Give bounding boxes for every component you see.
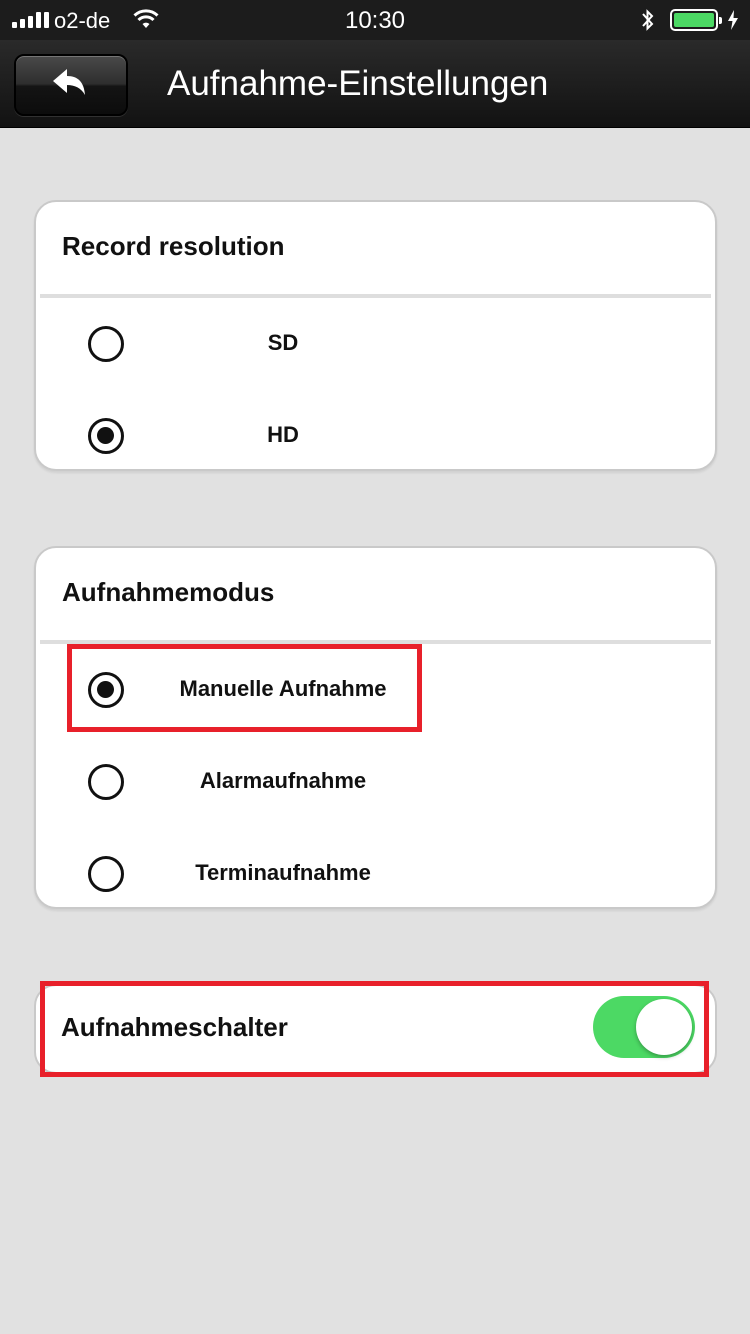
recording-toggle-switch[interactable]	[593, 996, 695, 1058]
page-title: Aufnahme-Einstellungen	[167, 64, 549, 103]
option-label: Manuelle Aufnahme	[179, 676, 387, 701]
recording-switch-label: Aufnahmeschalter	[61, 1012, 288, 1042]
recording-mode-card: Aufnahmemodus Manuelle Aufnahme Alarmauf…	[34, 546, 717, 909]
recording-mode-header: Aufnahmemodus	[62, 577, 275, 607]
toggle-knob[interactable]	[636, 999, 692, 1055]
resolution-option-hd[interactable]: HD	[36, 390, 715, 482]
navigation-bar: Aufnahme-Einstellungen	[0, 40, 750, 128]
mode-option-alarm[interactable]: Alarmaufnahme	[36, 736, 715, 828]
mode-option-schedule[interactable]: Terminaufnahme	[36, 828, 715, 920]
option-label: Terminaufnahme	[195, 860, 371, 885]
record-resolution-header: Record resolution	[62, 231, 285, 261]
status-bar: o2-de 10:30	[0, 0, 750, 40]
record-resolution-card: Record resolution SD HD	[34, 200, 717, 471]
battery-icon	[670, 9, 722, 31]
charging-bolt-icon	[728, 10, 738, 30]
option-label: SD	[267, 330, 299, 355]
back-button[interactable]	[14, 54, 128, 116]
option-label: HD	[267, 422, 299, 447]
bluetooth-icon	[642, 9, 654, 31]
option-label: Alarmaufnahme	[199, 768, 367, 793]
status-time: 10:30	[344, 7, 406, 34]
mode-option-manual[interactable]: Manuelle Aufnahme	[36, 644, 715, 736]
resolution-option-sd[interactable]: SD	[36, 298, 715, 390]
reply-arrow-icon	[53, 69, 85, 95]
